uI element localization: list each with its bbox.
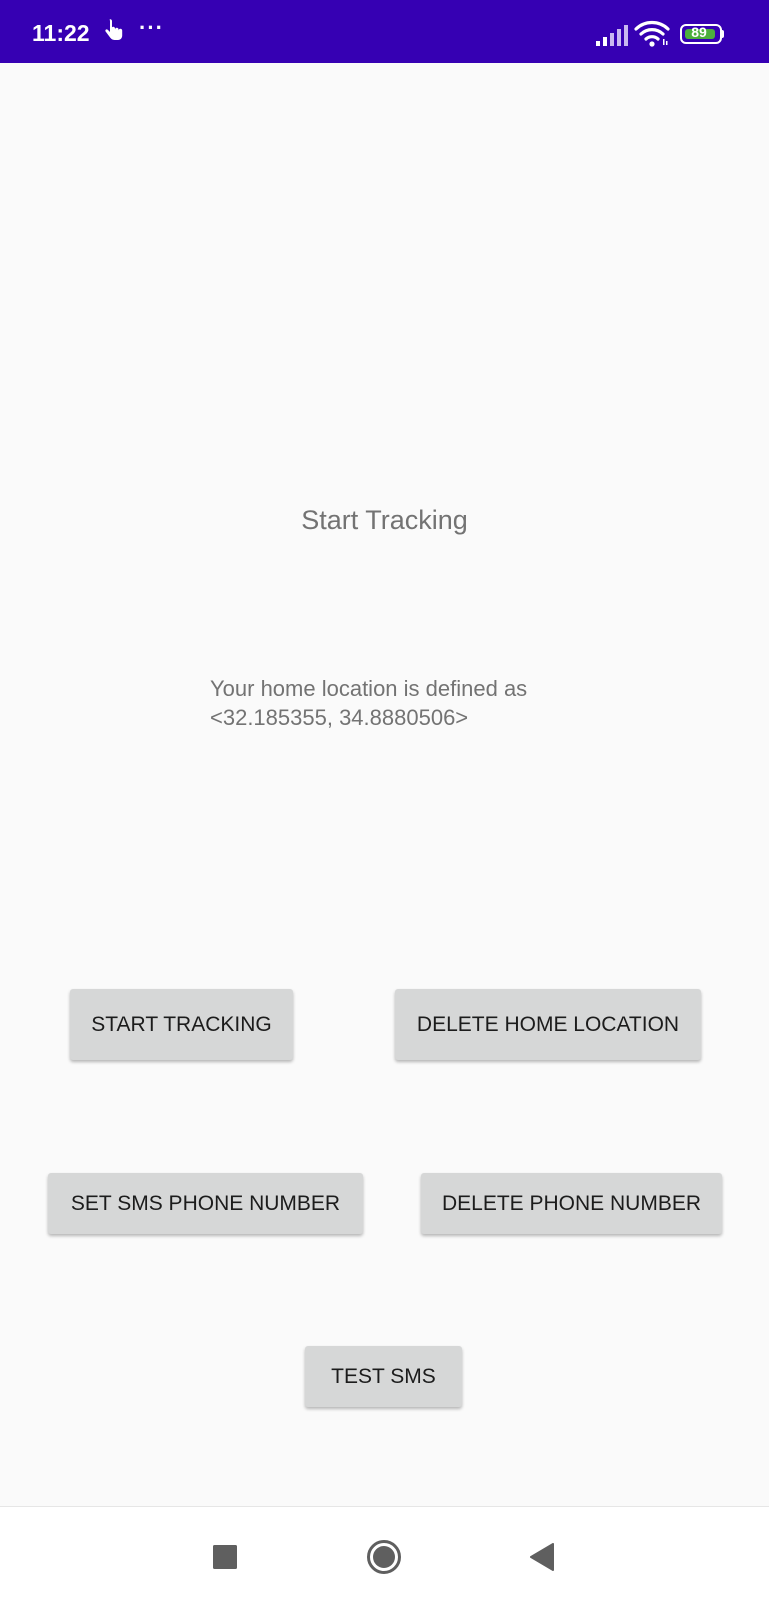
test-sms-button[interactable]: TEST SMS [305,1346,462,1407]
home-location-line1: Your home location is defined as [210,676,528,701]
delete-home-location-button[interactable]: DELETE HOME LOCATION [395,989,701,1060]
touch-hand-icon [105,19,123,40]
home-location-text: Your home location is defined as <32.185… [210,674,630,732]
home-location-coordinates: <32.185355, 34.8880506> [210,705,469,730]
status-bar: 11:22 ··· 89 [0,0,769,63]
delete-phone-number-button[interactable]: DELETE PHONE NUMBER [421,1173,722,1234]
battery-level: 89 [691,24,707,40]
back-triangle-icon[interactable] [529,1543,555,1571]
tracking-status-label: Start Tracking [301,505,468,535]
signal-icon [596,25,628,46]
set-sms-phone-number-button[interactable]: SET SMS PHONE NUMBER [48,1173,363,1234]
start-tracking-button[interactable]: START TRACKING [70,989,293,1060]
status-time: 11:22 [32,20,90,46]
wifi-icon [634,21,670,47]
more-notifications-icon: ··· [139,15,164,40]
battery-icon: 89 [680,24,724,44]
home-circle-icon[interactable] [366,1539,402,1575]
recents-square-icon[interactable] [213,1545,237,1569]
navigation-bar [0,1506,769,1601]
